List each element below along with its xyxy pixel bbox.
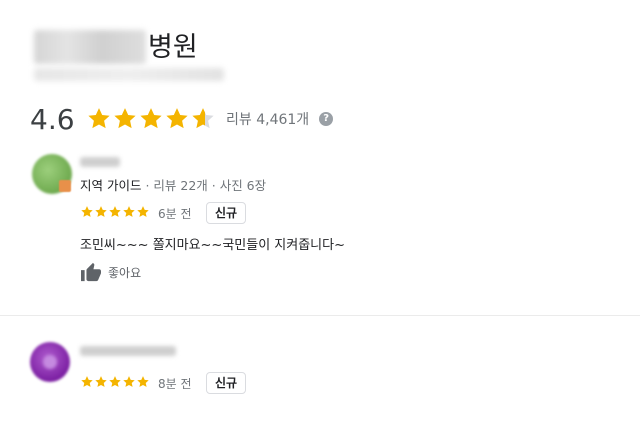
like-button[interactable]: 좋아요	[80, 262, 141, 282]
place-name-blurred	[34, 30, 146, 64]
review-text: 조민씨~~~ 쫄지마요~~국민들이 지켜줍니다~	[80, 238, 345, 253]
star-icon	[166, 108, 188, 129]
place-title: 병원	[148, 32, 198, 63]
reviewer-meta: 지역 가이드 · 리뷰 22개 · 사진 6장	[80, 175, 266, 194]
star-icon	[81, 206, 93, 217]
review-stars	[80, 205, 150, 219]
review-stars	[80, 375, 150, 389]
avatar-initial-blurred	[43, 355, 57, 369]
rating-value: 4.6	[30, 102, 75, 136]
reviewer-name-blurred[interactable]	[80, 157, 120, 167]
star-icon	[192, 108, 214, 129]
star-icon	[140, 108, 162, 129]
reviewer-name-blurred[interactable]	[80, 346, 176, 356]
like-label: 좋아요	[108, 265, 142, 280]
new-badge: 신규	[206, 202, 247, 224]
star-icon	[114, 108, 136, 129]
rating-stars	[86, 106, 218, 132]
star-icon	[95, 376, 107, 387]
reviewer-stats: · 리뷰 22개 · 사진 6장	[141, 178, 267, 193]
review-divider	[0, 315, 640, 316]
star-icon	[123, 206, 135, 217]
star-icon	[137, 376, 149, 387]
new-badge: 신규	[206, 372, 247, 394]
star-icon	[95, 206, 107, 217]
reviewer-role: 지역 가이드	[80, 178, 142, 193]
local-guide-badge-icon	[59, 180, 71, 192]
star-icon	[123, 376, 135, 387]
place-subtitle-blurred	[34, 68, 224, 81]
star-icon	[81, 376, 93, 387]
help-icon[interactable]: ?	[319, 112, 334, 126]
thumbs-up-icon	[81, 262, 101, 282]
review-time: 8분 전	[158, 377, 192, 391]
star-icon	[137, 206, 149, 217]
review-count-link[interactable]: 리뷰 4,461개	[226, 109, 309, 129]
rating-summary: 4.6 리뷰 4,461개 ?	[30, 102, 334, 136]
star-icon	[109, 206, 121, 217]
star-icon	[88, 108, 110, 129]
star-icon	[109, 376, 121, 387]
review-time: 6분 전	[158, 207, 192, 221]
